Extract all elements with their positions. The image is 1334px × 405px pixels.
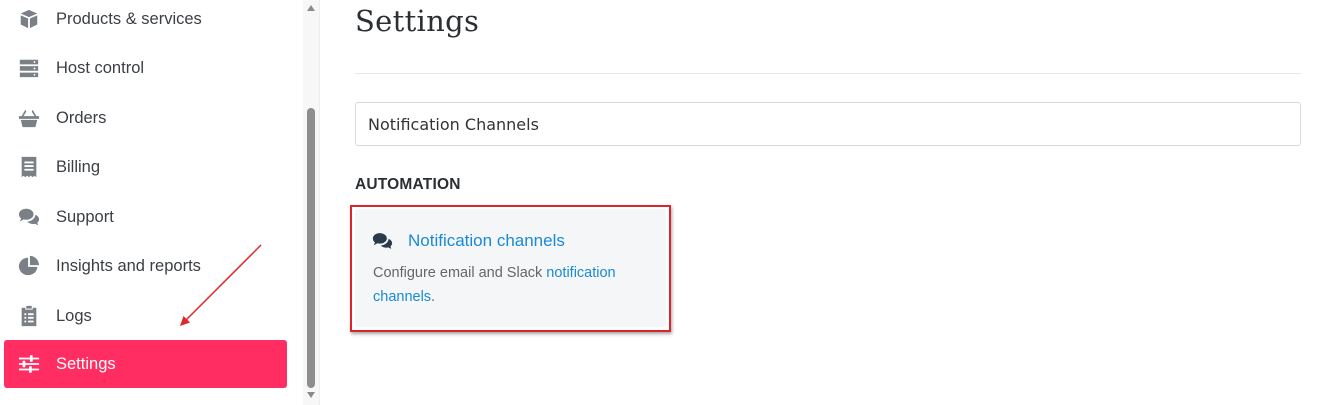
sidebar-item-orders[interactable]: Orders — [4, 94, 287, 142]
sidebar-item-products-services[interactable]: Products & services — [4, 0, 287, 43]
sliders-icon — [17, 352, 41, 376]
divider — [355, 73, 1301, 74]
main-content: Settings AUTOMATION Notification channel… — [350, 0, 1301, 405]
notification-channels-card[interactable]: Notification channels Configure email an… — [350, 205, 671, 332]
sidebar-item-insights-reports[interactable]: Insights and reports — [4, 242, 287, 290]
card-description: Configure email and Slack notification c… — [373, 261, 653, 309]
sidebar: Products & services Host control Orders … — [0, 0, 320, 405]
comments-icon — [372, 233, 393, 249]
sidebar-item-label: Logs — [56, 306, 92, 325]
card-description-text: Configure email and Slack — [373, 265, 547, 281]
card-description-suffix: . — [431, 289, 436, 305]
sidebar-item-label: Settings — [56, 354, 116, 373]
sidebar-item-billing[interactable]: Billing — [4, 143, 287, 191]
box-icon — [17, 7, 41, 31]
basket-icon — [17, 106, 41, 130]
sidebar-item-support[interactable]: Support — [4, 193, 287, 241]
clipboard-icon — [17, 304, 41, 328]
sidebar-item-host-control[interactable]: Host control — [4, 44, 287, 92]
card-title-link[interactable]: Notification channels — [408, 231, 565, 251]
pie-chart-icon — [17, 254, 41, 278]
receipt-icon — [17, 155, 41, 179]
sidebar-item-logs[interactable]: Logs — [4, 292, 287, 340]
scroll-down-arrow-icon[interactable] — [307, 392, 315, 398]
sidebar-item-label: Host control — [56, 58, 145, 77]
card-header: Notification channels — [372, 231, 565, 251]
page-title: Settings — [355, 4, 480, 38]
sidebar-scrollbar[interactable] — [303, 0, 319, 405]
sidebar-item-label: Insights and reports — [56, 256, 201, 275]
sidebar-item-label: Support — [56, 207, 114, 226]
server-icon — [17, 56, 41, 80]
scroll-up-arrow-icon[interactable] — [307, 5, 315, 11]
section-heading-automation: AUTOMATION — [355, 176, 461, 193]
comments-icon — [17, 205, 41, 229]
scrollbar-thumb[interactable] — [307, 108, 315, 388]
sidebar-item-label: Billing — [56, 157, 101, 176]
settings-search-input[interactable] — [355, 102, 1301, 146]
sidebar-item-settings[interactable]: Settings — [4, 340, 287, 388]
sidebar-item-label: Products & services — [56, 9, 202, 28]
sidebar-item-label: Orders — [56, 108, 107, 127]
